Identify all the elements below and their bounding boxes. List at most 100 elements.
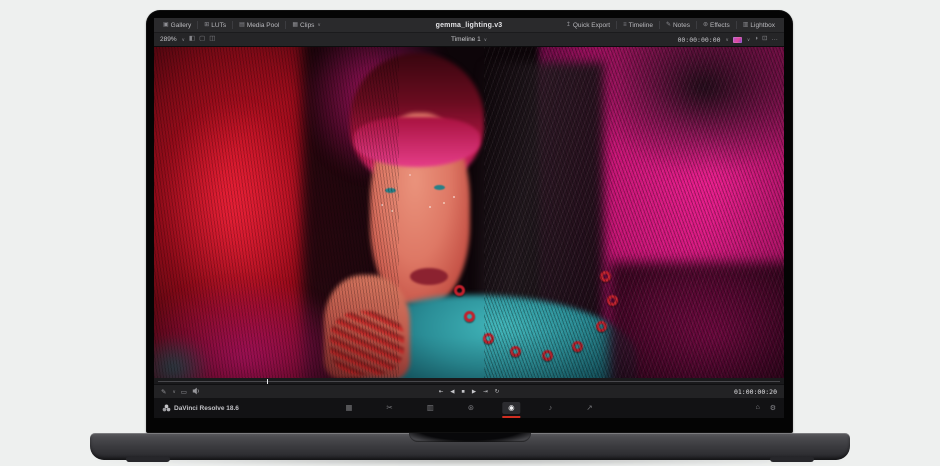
- top-toolbar: ▣ Gallery ⊞ LUTs ▤ Media Pool: [154, 18, 784, 33]
- viewer-image[interactable]: [154, 47, 784, 378]
- macbook-screen: ▣ Gallery ⊞ LUTs ▤ Media Pool: [146, 10, 793, 433]
- playback-controls: ⇤ ◀ ■ ▶ ⇥ ↻: [439, 389, 500, 395]
- effects-icon: ⊛: [703, 22, 708, 28]
- toolbar-separator: [659, 21, 660, 29]
- edit-page-icon: ▥: [427, 403, 434, 412]
- toolbar-left-group: ▣ Gallery ⊞ LUTs ▤ Media Pool: [159, 21, 325, 29]
- fairlight-page-icon: ♪: [549, 403, 553, 412]
- davinci-resolve-window: ▣ Gallery ⊞ LUTs ▤ Media Pool: [154, 18, 784, 418]
- toolbar-separator: [232, 21, 233, 29]
- page-tab-fusion[interactable]: ⊛: [462, 402, 480, 414]
- effects-button[interactable]: ⊛ Effects: [699, 22, 734, 29]
- thumbnail-preview-icon[interactable]: [733, 37, 742, 43]
- play-reverse-button[interactable]: ◀: [450, 389, 454, 395]
- media-pool-icon: ▤: [239, 22, 245, 28]
- playhead-timecode: 01:00:00:20: [734, 388, 777, 396]
- toolbar-right-group: ↥ Quick Export ≡ Timeline ✎ Notes: [562, 21, 779, 29]
- toolbar-separator: [285, 21, 286, 29]
- chevron-down-icon: ∨: [317, 22, 320, 28]
- color-page-icon: ◉: [508, 403, 515, 412]
- chevron-down-icon: ∨: [182, 37, 185, 43]
- viewer-toolbar-right: 00:00:00:00 ∨ ∨ ◑ ⊡ …: [677, 36, 778, 44]
- project-settings-gear-icon[interactable]: ⚙: [770, 404, 776, 412]
- gallery-button[interactable]: ▣ Gallery: [159, 22, 195, 29]
- page-tab-fairlight[interactable]: ♪: [543, 402, 559, 414]
- chevron-down-icon: ∨: [747, 37, 750, 43]
- effects-label: Effects: [710, 22, 730, 29]
- page-tab-cut[interactable]: ✂: [380, 402, 398, 414]
- toolbar-separator: [736, 21, 737, 29]
- zoom-level-dropdown[interactable]: 289%: [160, 36, 177, 43]
- toolbar-separator: [197, 21, 198, 29]
- cut-page-icon: ✂: [386, 403, 392, 412]
- luts-label: LUTs: [211, 22, 226, 29]
- quick-export-button[interactable]: ↥ Quick Export: [562, 22, 614, 29]
- page-tab-media[interactable]: ▦: [339, 402, 358, 414]
- laptop-foot-right: [770, 457, 814, 462]
- page-navigation-bar: DaVinci Resolve 18.6 ▦ ✂ ▥ ⊛ ◉ ♪ ↗ ⌂ ⚙: [154, 398, 784, 418]
- loop-button[interactable]: ↻: [495, 389, 500, 395]
- lightbox-icon: ▥: [743, 22, 749, 28]
- timeline-icon: ≡: [623, 22, 627, 28]
- gallery-label: Gallery: [171, 22, 192, 29]
- lid-notch: [409, 433, 531, 442]
- play-button[interactable]: ▶: [472, 389, 476, 395]
- skip-to-start-button[interactable]: ⇤: [439, 389, 444, 395]
- page-tab-edit[interactable]: ▥: [421, 402, 440, 414]
- wipe-box-icon[interactable]: ▢: [199, 36, 205, 43]
- scrubber-track: [158, 381, 780, 382]
- viewer-toolbar: 289% ∨ ◧ ▢ ◫ Timeline 1 ∨ 00:00:00:00 ∨ …: [154, 33, 784, 47]
- lightbox-button[interactable]: ▥ Lightbox: [739, 22, 779, 29]
- laptop-foot-left: [126, 457, 170, 462]
- color-viewer-icon[interactable]: ◑: [754, 36, 758, 43]
- speaker-icon[interactable]: [192, 387, 200, 397]
- system-buttons: ⌂ ⚙: [755, 404, 776, 412]
- app-version-label: DaVinci Resolve 18.6: [174, 405, 239, 412]
- clips-button[interactable]: ▦ Clips ∨: [288, 22, 324, 29]
- page-tab-color[interactable]: ◉: [502, 402, 521, 414]
- compare-icon[interactable]: ▭: [181, 388, 187, 396]
- quick-export-icon: ↥: [566, 22, 571, 28]
- page-tab-deliver[interactable]: ↗: [580, 402, 598, 414]
- media-pool-button[interactable]: ▤ Media Pool: [235, 22, 283, 29]
- desktop-background: ▣ Gallery ⊞ LUTs ▤ Media Pool: [0, 0, 940, 465]
- annotate-tool-icon[interactable]: ✎: [161, 388, 166, 396]
- chevron-down-icon: ∨: [726, 37, 729, 43]
- media-page-icon: ▦: [345, 403, 352, 412]
- deliver-page-icon: ↗: [586, 403, 592, 412]
- lightbox-label: Lightbox: [750, 22, 775, 29]
- timeline-button[interactable]: ≡ Timeline: [619, 22, 657, 29]
- wipe-single-icon[interactable]: ◧: [189, 36, 195, 43]
- macbook-base: [90, 433, 850, 460]
- skip-to-end-button[interactable]: ⇥: [483, 389, 488, 395]
- transport-left-tools: ✎ ∨ ▭: [161, 387, 200, 397]
- davinci-resolve-logo-icon: [162, 399, 171, 417]
- chevron-down-icon: ∨: [172, 389, 175, 395]
- project-title: gemma_lighting.v3: [436, 18, 503, 33]
- stop-button[interactable]: ■: [462, 389, 465, 395]
- notes-label: Notes: [673, 22, 690, 29]
- timeline-selector[interactable]: Timeline 1 ∨: [451, 36, 487, 43]
- notes-icon: ✎: [666, 22, 671, 28]
- viewer-timecode[interactable]: 00:00:00:00: [677, 36, 720, 44]
- expand-viewer-icon[interactable]: ⊡: [762, 36, 767, 43]
- clips-icon: ▦: [292, 22, 298, 28]
- more-options-icon[interactable]: …: [772, 36, 779, 43]
- luts-button[interactable]: ⊞ LUTs: [200, 22, 230, 29]
- transport-bar: ✎ ∨ ▭ ⇤ ◀ ■ ▶ ⇥ ↻: [154, 384, 784, 398]
- quick-export-label: Quick Export: [573, 22, 610, 29]
- page-tabs: ▦ ✂ ▥ ⊛ ◉ ♪ ↗: [339, 402, 598, 414]
- luts-icon: ⊞: [204, 22, 209, 28]
- notes-button[interactable]: ✎ Notes: [662, 22, 694, 29]
- toolbar-separator: [696, 21, 697, 29]
- chevron-down-icon: ∨: [484, 37, 487, 43]
- clips-label: Clips: [300, 22, 314, 29]
- media-pool-label: Media Pool: [247, 22, 280, 29]
- photo-vignette: [154, 47, 784, 378]
- viewer-toolbar-left: 289% ∨ ◧ ▢ ◫: [160, 36, 215, 43]
- toolbar-separator: [616, 21, 617, 29]
- app-brand: DaVinci Resolve 18.6: [162, 399, 239, 417]
- wipe-split-icon[interactable]: ◫: [209, 36, 215, 43]
- gallery-icon: ▣: [163, 22, 169, 28]
- project-manager-home-icon[interactable]: ⌂: [755, 404, 759, 412]
